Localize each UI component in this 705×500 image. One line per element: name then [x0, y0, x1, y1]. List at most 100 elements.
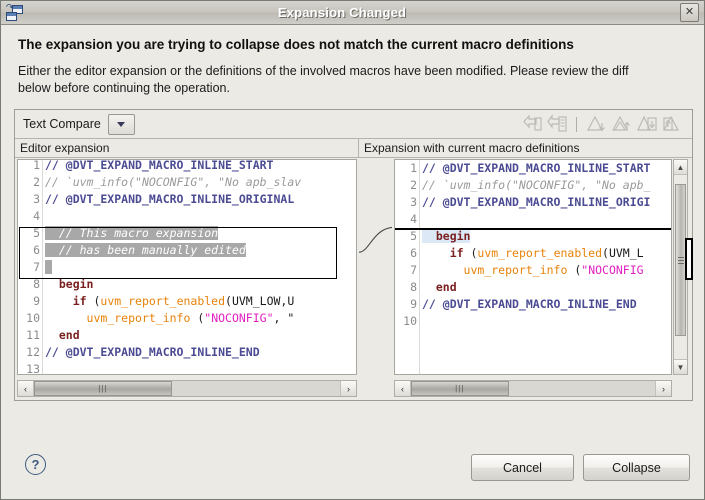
code-line: 6 if (uvm_report_enabled(UVM_L [395, 245, 671, 262]
code-text: begin [422, 229, 471, 243]
left-horizontal-scrollbar[interactable]: ‹ ||| › [17, 380, 357, 397]
line-number: 4 [33, 209, 40, 223]
line-number: 5 [410, 229, 417, 243]
diff-overview-marker[interactable] [685, 238, 693, 280]
right-hscroll-thumb[interactable]: ||| [411, 381, 509, 396]
code-line: 8 begin [18, 276, 356, 293]
left-code-lines: 1 // @DVT_EXPAND_MACRO_INLINE_START 2 // `u… [18, 159, 356, 375]
dialog-title-bar: ↷ Expansion Changed ✕ [1, 1, 704, 25]
copy-current-change-icon[interactable] [547, 113, 568, 135]
code-text: // @DVT_EXPAND_MACRO_INLINE_ORIGINAL [45, 192, 295, 206]
line-number: 4 [410, 212, 417, 226]
code-line: 3 // @DVT_EXPAND_MACRO_INLINE_ORIGINAL [18, 191, 356, 208]
cancel-button[interactable]: Cancel [471, 454, 574, 481]
code-text: if (uvm_report_enabled(UVM_LOW,U [45, 294, 295, 308]
code-line: 10 [395, 313, 671, 330]
code-text: if (uvm_report_enabled(UVM_L [422, 246, 644, 260]
copy-all-left-to-right-icon[interactable] [522, 113, 543, 135]
code-text: // @DVT_EXPAND_MACRO_INLINE_START [422, 161, 651, 175]
code-line: 2 // `uvm_info("NOCONFIG", "No apb_ [395, 177, 671, 194]
right-code-area[interactable]: 1 // @DVT_EXPAND_MACRO_INLINE_START 2 // `u… [394, 159, 672, 375]
compare-mode-label: Text Compare [23, 117, 101, 131]
scroll-left-icon[interactable]: ‹ [18, 381, 34, 396]
code-text: // has been manually edited [45, 243, 246, 257]
code-line: 13 [18, 361, 356, 375]
dialog-description: Either the editor expansion or the defin… [18, 64, 629, 95]
scroll-up-icon[interactable]: ▲ [674, 160, 687, 175]
line-number: 11 [26, 328, 40, 342]
close-icon[interactable]: ✕ [680, 3, 699, 22]
line-number: 8 [33, 277, 40, 291]
previous-difference-icon[interactable] [612, 114, 633, 135]
left-editor-pane: 1 // @DVT_EXPAND_MACRO_INLINE_START 2 // `u… [15, 158, 359, 400]
code-line: 1 // @DVT_EXPAND_MACRO_INLINE_START [18, 159, 356, 174]
previous-change-icon[interactable] [662, 114, 683, 135]
line-number: 13 [26, 362, 40, 375]
right-horizontal-scrollbar[interactable]: ‹ ||| › [394, 380, 672, 397]
left-hscroll-thumb[interactable]: ||| [34, 381, 172, 396]
scroll-right-icon[interactable]: › [655, 381, 671, 396]
line-number: 10 [26, 311, 40, 325]
dialog-heading: The expansion you are trying to collapse… [18, 37, 574, 52]
line-number: 10 [403, 314, 417, 328]
code-text [42, 259, 356, 276]
code-line: 10 uvm_report_info ("NOCONFIG", " [18, 310, 356, 327]
code-line: 11 end [18, 327, 356, 344]
code-text: end [45, 328, 80, 342]
line-number: 12 [26, 345, 40, 359]
diff-connector-line [359, 226, 392, 253]
scroll-right-icon[interactable]: › [340, 381, 356, 396]
diff-connector-area [359, 158, 392, 400]
line-number: 7 [410, 263, 417, 277]
right-editor-pane: 1 // @DVT_EXPAND_MACRO_INLINE_START 2 // `u… [392, 158, 693, 400]
chevron-down-icon[interactable] [107, 113, 135, 135]
help-icon[interactable]: ? [25, 454, 46, 475]
right-hscroll-track[interactable]: ||| [411, 381, 655, 396]
code-line: 7 [18, 259, 356, 276]
code-line: 7 uvm_report_info ("NOCONFIG [395, 262, 671, 279]
code-line: 1 // @DVT_EXPAND_MACRO_INLINE_START [395, 160, 671, 177]
pane-headers: Editor expansion Expansion with current … [15, 139, 692, 158]
collapse-button[interactable]: Collapse [583, 454, 690, 481]
right-code-lines: 1 // @DVT_EXPAND_MACRO_INLINE_START 2 // `u… [395, 160, 671, 374]
next-difference-icon[interactable] [587, 114, 608, 135]
code-line: 6 // has been manually edited [18, 242, 356, 259]
left-hscroll-track[interactable]: ||| [34, 381, 340, 396]
compare-windows-icon: ↷ [4, 3, 26, 23]
compare-toolbar-actions [518, 113, 692, 135]
left-pane-title: Editor expansion [15, 139, 359, 157]
left-code-area[interactable]: 1 // @DVT_EXPAND_MACRO_INLINE_START 2 // `u… [17, 159, 357, 375]
scroll-down-icon[interactable]: ▼ [674, 359, 687, 374]
code-text: uvm_report_info ("NOCONFIG [463, 263, 644, 277]
code-line: 4 [18, 208, 356, 225]
line-number: 9 [410, 297, 417, 311]
scroll-left-icon[interactable]: ‹ [395, 381, 411, 396]
code-text: begin [45, 277, 94, 291]
code-text: // `uvm_info("NOCONFIG", "No apb_slav [45, 175, 302, 189]
code-line: 8 end [395, 279, 671, 296]
line-number: 2 [33, 175, 40, 189]
code-line: 2 // `uvm_info("NOCONFIG", "No apb_slav [18, 174, 356, 191]
code-line: 4 [395, 211, 671, 228]
vscroll-grip-icon [678, 257, 684, 264]
next-change-icon[interactable] [637, 114, 658, 135]
code-line: 3 // @DVT_EXPAND_MACRO_INLINE_ORIGI [395, 194, 671, 211]
compare-viewer: Text Compare Editor expansion Expansion … [14, 109, 693, 401]
line-number: 7 [33, 260, 40, 274]
line-number: 6 [33, 243, 40, 257]
code-text: // @DVT_EXPAND_MACRO_INLINE_START [45, 159, 274, 172]
compare-panes: 1 // @DVT_EXPAND_MACRO_INLINE_START 2 // `u… [15, 158, 693, 400]
line-number: 3 [410, 195, 417, 209]
line-number: 1 [410, 161, 417, 175]
code-text: // `uvm_info("NOCONFIG", "No apb_ [422, 178, 651, 192]
expansion-changed-dialog: ↷ Expansion Changed ✕ The expansion you … [0, 0, 705, 500]
code-line: 5 // This macro expansion [18, 225, 356, 242]
line-number: 3 [33, 192, 40, 206]
line-number: 1 [33, 159, 40, 172]
line-number: 5 [33, 226, 40, 240]
code-text: // This macro expansion [45, 226, 219, 240]
